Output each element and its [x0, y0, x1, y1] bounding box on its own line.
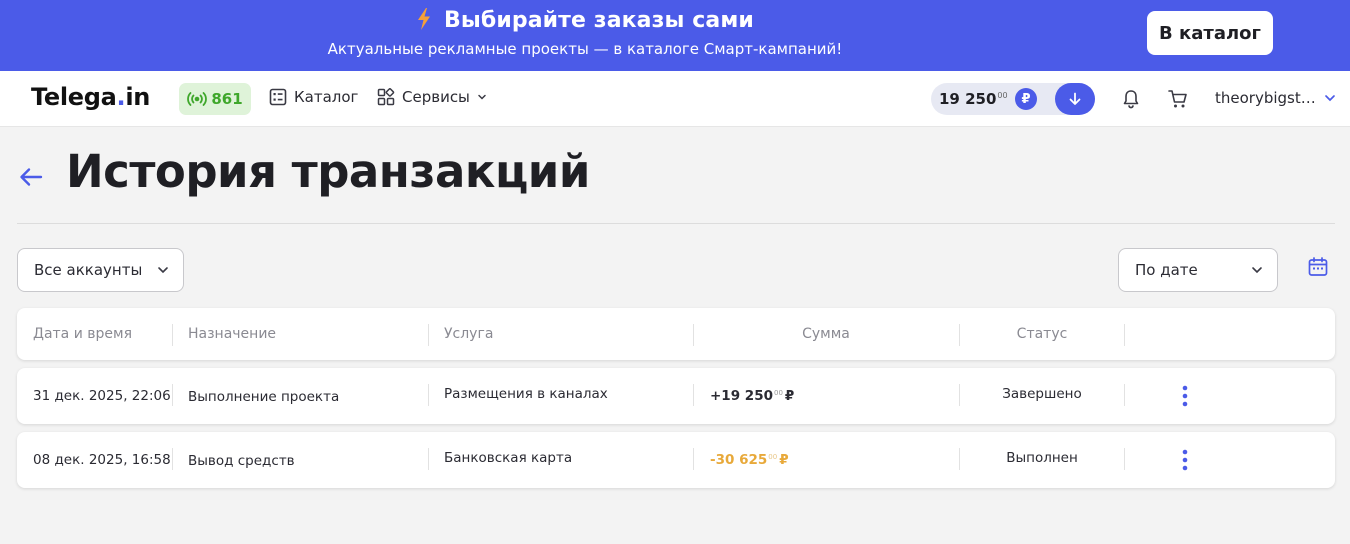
- page-title: История транзакций: [66, 145, 590, 198]
- sort-select[interactable]: По дате: [1118, 248, 1278, 292]
- accounts-filter-value: Все аккаунты: [34, 261, 143, 279]
- column-separator: [1124, 384, 1125, 406]
- top-nav: Telega.in 861 Каталог Сервисы 19 25000 ₽…: [0, 71, 1350, 127]
- column-header-status[interactable]: Статус: [959, 326, 1125, 342]
- row-date: 31 дек. 2025, 22:06: [33, 388, 171, 404]
- column-separator: [1124, 324, 1125, 346]
- more-options-icon[interactable]: [1178, 384, 1192, 408]
- nav-catalog-label: Каталог: [294, 88, 359, 106]
- services-grid-icon: [377, 88, 395, 106]
- row-service: Размещения в каналах: [444, 386, 608, 402]
- balance-widget[interactable]: 19 25000 ₽: [931, 83, 1095, 115]
- column-separator: [172, 384, 173, 406]
- logo[interactable]: Telega.in: [31, 83, 150, 111]
- row-status: Завершено: [1002, 386, 1082, 402]
- top-up-button[interactable]: [1055, 83, 1095, 115]
- chevron-down-icon: [158, 267, 168, 274]
- promo-title: Выбирайте заказы сами: [0, 8, 1170, 33]
- column-separator: [172, 448, 173, 470]
- column-header-service[interactable]: Услуга: [444, 326, 493, 342]
- table-row[interactable]: 31 дек. 2025, 22:06 Выполнение проекта Р…: [17, 368, 1335, 424]
- amount-value: +19 250: [710, 388, 773, 404]
- table-header: Дата и время Назначение Услуга Сумма Ста…: [17, 308, 1335, 360]
- username: theorybigst…: [1215, 89, 1316, 107]
- online-counter-badge[interactable]: 861: [179, 83, 251, 115]
- amount-cents: 00: [768, 453, 778, 461]
- table-row[interactable]: 08 дек. 2025, 16:58 Вывод средств Банков…: [17, 432, 1335, 488]
- chevron-down-icon: [478, 94, 486, 100]
- column-header-purpose[interactable]: Назначение: [188, 326, 276, 342]
- balance-cents: 00: [997, 91, 1008, 100]
- column-header-date[interactable]: Дата и время: [33, 326, 132, 342]
- column-header-amount[interactable]: Сумма: [693, 326, 959, 342]
- header-divider: [17, 223, 1335, 224]
- column-separator: [693, 384, 694, 406]
- amount-cents: 00: [773, 389, 783, 397]
- column-separator: [428, 384, 429, 406]
- nav-services-dropdown[interactable]: Сервисы: [377, 88, 487, 106]
- broadcast-icon: [187, 92, 208, 106]
- more-options-icon[interactable]: [1178, 448, 1192, 472]
- amount-currency: ₽: [784, 388, 795, 404]
- chevron-down-icon: [1252, 267, 1262, 274]
- row-service: Банковская карта: [444, 450, 573, 466]
- ruble-icon: ₽: [1015, 88, 1037, 110]
- column-separator: [172, 324, 173, 346]
- bell-icon[interactable]: [1120, 88, 1142, 110]
- row-amount: +19 25000 ₽: [710, 388, 794, 404]
- column-separator: [428, 448, 429, 470]
- online-count: 861: [211, 90, 243, 108]
- row-date: 08 дек. 2025, 16:58: [33, 452, 171, 468]
- logo-tld: in: [125, 83, 151, 111]
- row-amount: -30 62500 ₽: [710, 452, 789, 468]
- calendar-icon[interactable]: [1307, 256, 1329, 278]
- promo-banner: Выбирайте заказы сами Актуальные рекламн…: [0, 0, 1350, 71]
- promo-subtitle: Актуальные рекламные проекты — в каталог…: [327, 40, 843, 58]
- amount-value: -30 625: [710, 452, 768, 468]
- amount-currency: ₽: [779, 452, 789, 468]
- promo-title-text: Выбирайте заказы сами: [444, 8, 754, 33]
- lightning-icon: [418, 8, 431, 30]
- go-to-catalog-button[interactable]: В каталог: [1147, 11, 1273, 55]
- nav-services-label: Сервисы: [402, 88, 470, 106]
- balance-value: 19 250: [939, 90, 997, 108]
- accounts-filter-select[interactable]: Все аккаунты: [17, 248, 184, 292]
- sort-value: По дате: [1135, 261, 1198, 279]
- catalog-icon: [269, 88, 287, 106]
- column-separator: [693, 448, 694, 470]
- row-purpose: Вывод средств: [188, 453, 295, 469]
- column-separator: [428, 324, 429, 346]
- logo-text: Telega: [31, 83, 117, 111]
- back-arrow-icon[interactable]: [18, 165, 44, 189]
- balance-amount: 19 25000: [939, 90, 1008, 108]
- arrow-down-icon: [1069, 92, 1081, 105]
- nav-catalog-link[interactable]: Каталог: [269, 88, 358, 106]
- column-separator: [1124, 448, 1125, 470]
- user-menu[interactable]: theorybigst…: [1215, 89, 1336, 107]
- row-status: Выполнен: [1006, 450, 1078, 466]
- chevron-down-icon: [1324, 95, 1335, 102]
- row-purpose: Выполнение проекта: [188, 389, 340, 405]
- cart-icon[interactable]: [1167, 88, 1189, 110]
